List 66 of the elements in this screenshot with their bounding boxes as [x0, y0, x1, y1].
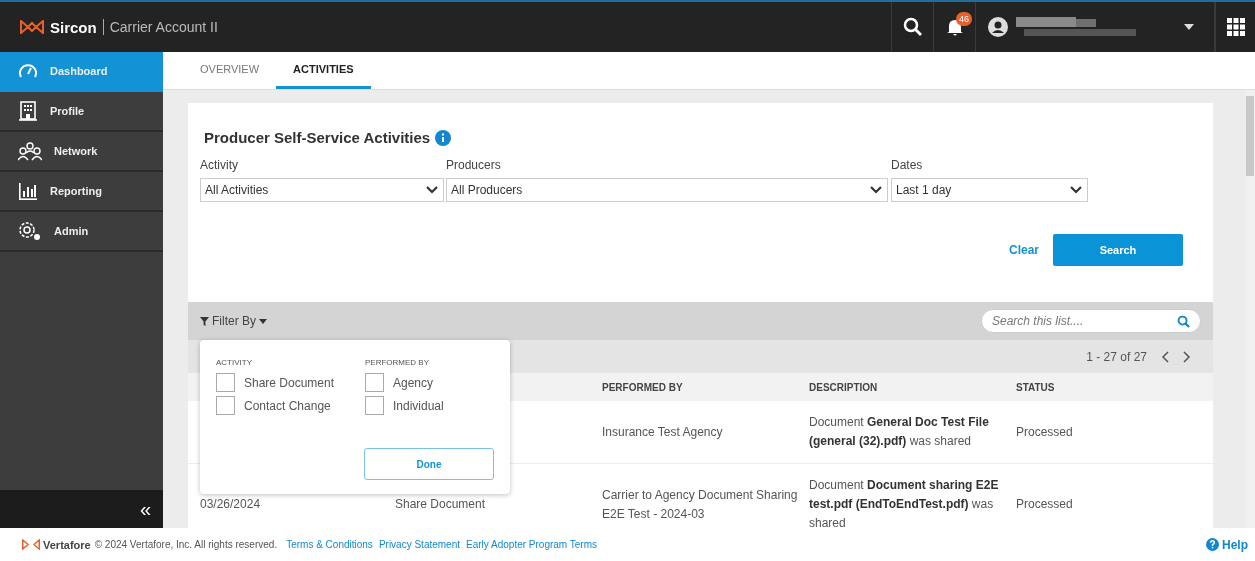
filter-label: Activity: [200, 158, 239, 172]
dropdown-field[interactable]: Last 1 day: [891, 178, 1088, 202]
footer-link[interactable]: Privacy Statement: [378, 539, 461, 550]
table-cell-text: 03/26/2024: [200, 496, 262, 513]
clear-link[interactable]: Clear: [1008, 243, 1039, 257]
bar-chart-icon: [18, 181, 38, 201]
filter-label: Dates: [891, 158, 924, 172]
footer-link[interactable]: Terms & Conditions: [286, 539, 373, 550]
brand-name: Sircon: [50, 18, 97, 36]
app-name: Carrier Account II: [109, 19, 218, 35]
user-menu[interactable]: [975, 2, 1215, 52]
group-title: ACTIVITY: [216, 358, 253, 367]
filter-by-button[interactable]: Filter By: [200, 314, 267, 328]
pagination-count: 1 - 27 of 27: [1086, 349, 1147, 364]
table-cell-text: Carrier to Agency Document Sharing E2E Test - 2024-03: [602, 486, 799, 523]
checkbox[interactable]: [365, 396, 384, 415]
footer-link[interactable]: Early Adopter Program Terms: [466, 539, 597, 550]
table-cell-text: Processed: [1016, 496, 1074, 513]
checkbox[interactable]: [365, 373, 384, 392]
chevron-down-icon: [870, 186, 882, 194]
tab[interactable]: OVERVIEW: [183, 52, 277, 89]
separator-icon: [102, 19, 104, 35]
collapse-sidebar-button[interactable]: «: [0, 490, 163, 528]
help-icon: [1206, 538, 1219, 551]
chevron-down-icon: [1070, 186, 1082, 194]
table-cell-text: Document Document sharing E2E test.pdf (EndToEndTest.pdf) was shared: [809, 477, 1000, 528]
people-icon: [18, 141, 42, 161]
filter-label: Producers: [446, 158, 502, 172]
column-header: STATUS: [1016, 381, 1056, 393]
info-icon[interactable]: [435, 129, 452, 146]
search-icon: [1177, 314, 1190, 328]
gears-icon: [18, 221, 42, 241]
chevron-right-icon: [1183, 350, 1191, 363]
done-button[interactable]: Done: [364, 448, 494, 480]
checkbox[interactable]: [216, 373, 235, 392]
checkbox[interactable]: [216, 396, 235, 415]
funnel-icon: [200, 316, 209, 326]
avatar-icon: [988, 17, 1008, 37]
table-cell-text: Document General Doc Test File (general (32).pdf) was shared: [809, 414, 990, 450]
table-cell-text: Share Document: [395, 496, 487, 513]
caret-icon: [1184, 24, 1194, 30]
dropdown-field[interactable]: All Activities: [200, 178, 444, 202]
list-search-field[interactable]: Search this list....: [981, 309, 1201, 333]
table-cell-text: Insurance Test Agency: [602, 423, 724, 441]
logo-icon: [20, 20, 44, 34]
notification-badge: 46: [956, 12, 972, 26]
copyright-text: © 2024 Vertafore, Inc. All rights reserved.: [94, 539, 278, 550]
group-title: PERFORMED BY: [365, 358, 430, 367]
chevron-down-icon: [426, 186, 438, 194]
column-header: DESCRIPTION: [809, 381, 879, 393]
column-header: PERFORMED BY: [602, 381, 684, 393]
checkbox-label: Individual: [393, 398, 444, 413]
search-icon: [902, 17, 923, 37]
scrollbar[interactable]: [1245, 90, 1255, 528]
dropdown-field[interactable]: All Producers: [446, 178, 888, 202]
help-link[interactable]: Help: [1206, 537, 1248, 552]
logo-icon: [22, 539, 40, 550]
table-cell-text: Processed: [1016, 423, 1074, 441]
checkbox-label: Share Document: [244, 375, 335, 390]
footer-brand: Vertafore: [43, 538, 91, 551]
chevron-left-icon: [1161, 350, 1169, 363]
panel-title: Producer Self-Service Activities: [204, 129, 431, 146]
checkbox-label: Agency: [393, 375, 434, 390]
building-icon: [18, 101, 38, 121]
caret-icon: [259, 318, 267, 324]
checkbox-label: Contact Change: [244, 398, 331, 413]
